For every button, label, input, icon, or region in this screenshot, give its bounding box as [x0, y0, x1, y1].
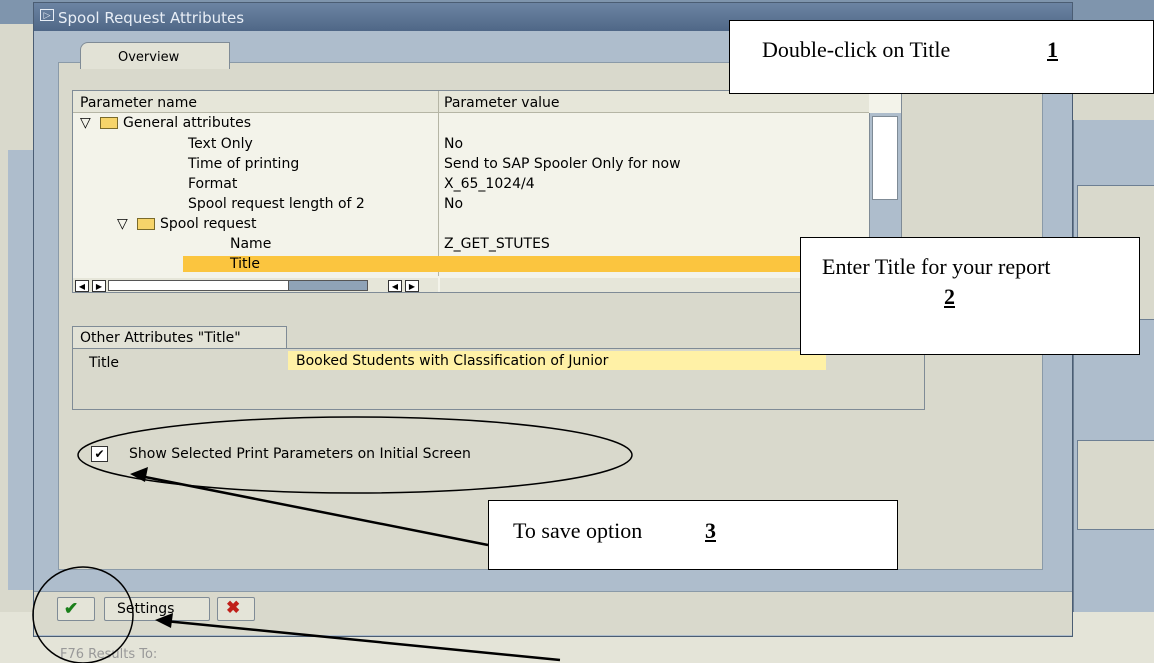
annotation-ellipse-checkbox [77, 416, 633, 494]
annotation-arrow-bottom [164, 619, 561, 662]
annotation-arrowhead-bottom [155, 613, 173, 628]
annotation-arrowhead-3 [130, 467, 148, 482]
annotation-arrow-3 [139, 474, 489, 547]
annotation-overlay [32, 416, 633, 663]
annotation-circle-ok-button [32, 566, 134, 663]
